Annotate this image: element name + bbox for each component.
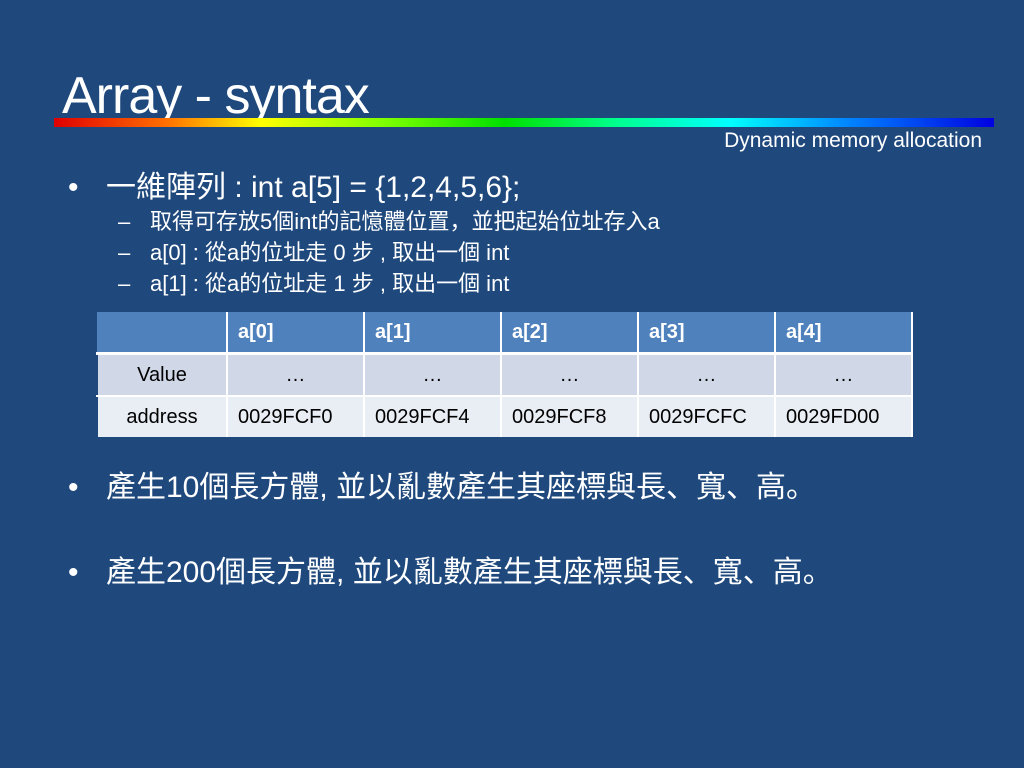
bullet-icon: •	[68, 471, 79, 504]
table-header-row: a[0] a[1] a[2] a[3] a[4]	[97, 312, 913, 355]
bullet-1: • 一維陣列 : int a[5] = {1,2,4,5,6};	[68, 170, 520, 206]
slide-subtitle: Dynamic memory allocation	[724, 129, 982, 152]
table-cell: …	[226, 353, 365, 397]
table-cell: 0029FCF0	[226, 396, 365, 437]
header-cell: a[0]	[227, 312, 365, 355]
table-cell: 0029FCFC	[637, 396, 776, 437]
subitem-3: – a[1] : 從a的位址走 1 步 , 取出一個 int	[118, 270, 509, 298]
subitem-text: a[0] : 從a的位址走 0 步 , 取出一個 int	[150, 240, 510, 265]
dash-icon: –	[118, 240, 131, 265]
dash-icon: –	[118, 271, 131, 296]
subitem-2: – a[0] : 從a的位址走 0 步 , 取出一個 int	[118, 239, 509, 267]
bullet-text: 產生200個長方體, 並以亂數產生其座標與長、寬、高。	[106, 556, 833, 589]
subitem-text: 取得可存放5個int的記憶體位置，並把起始位址存入a	[150, 209, 660, 234]
table-cell: 0029FCF8	[500, 396, 639, 437]
subitem-1: – 取得可存放5個int的記憶體位置，並把起始位址存入a	[118, 208, 660, 236]
header-cell	[97, 312, 228, 355]
slide-title: Array - syntax	[62, 67, 370, 125]
table-row: Value … … … … …	[96, 353, 913, 397]
bullet-icon: •	[68, 171, 79, 204]
header-cell: a[3]	[638, 312, 776, 355]
header-cell: a[2]	[501, 312, 639, 355]
bullet-icon: •	[68, 556, 79, 589]
bullet-text: 產生10個長方體, 並以亂數產生其座標與長、寬、高。	[106, 471, 817, 504]
row-label: address	[96, 396, 228, 437]
array-table: a[0] a[1] a[2] a[3] a[4] Value … … … … ……	[96, 312, 913, 437]
subitem-text: a[1] : 從a的位址走 1 步 , 取出一個 int	[150, 271, 510, 296]
table-cell: …	[500, 353, 639, 397]
table-cell: …	[637, 353, 776, 397]
bullet-3: • 產生200個長方體, 並以亂數產生其座標與長、寬、高。	[68, 555, 833, 591]
dash-icon: –	[118, 209, 131, 234]
rainbow-divider	[54, 118, 994, 127]
bullet-text: 一維陣列 : int a[5] = {1,2,4,5,6};	[106, 171, 521, 204]
table-cell: …	[774, 353, 913, 397]
row-label: Value	[96, 353, 228, 397]
table-cell: 0029FD00	[774, 396, 913, 437]
header-cell: a[4]	[775, 312, 913, 355]
header-cell: a[1]	[364, 312, 502, 355]
table-cell: 0029FCF4	[363, 396, 502, 437]
table-row: address 0029FCF0 0029FCF4 0029FCF8 0029F…	[96, 396, 913, 437]
table-cell: …	[363, 353, 502, 397]
bullet-2: • 產生10個長方體, 並以亂數產生其座標與長、寬、高。	[68, 470, 816, 506]
